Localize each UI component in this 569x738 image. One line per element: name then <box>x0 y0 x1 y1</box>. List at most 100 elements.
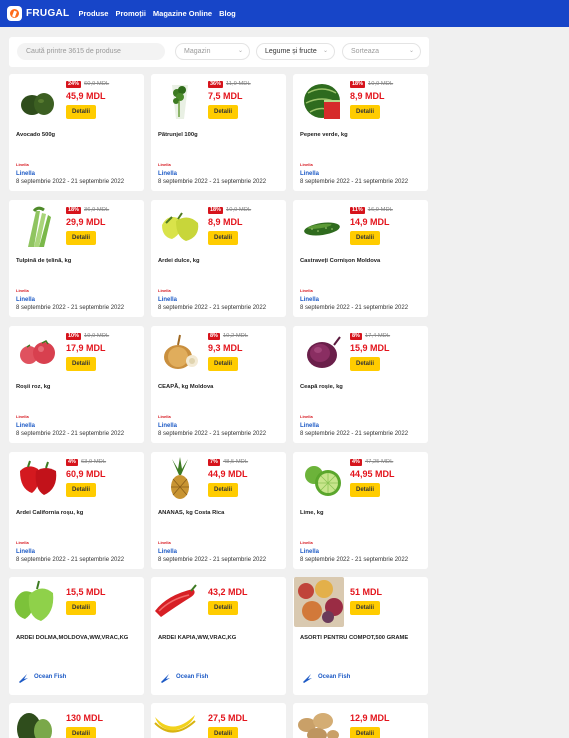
details-button[interactable]: Detalii <box>350 601 380 615</box>
details-button[interactable]: Detalii <box>208 357 238 371</box>
details-button[interactable]: Detalii <box>66 483 96 497</box>
details-button[interactable]: Detalii <box>350 231 380 245</box>
product-card[interactable]: 51 MDL Detalii ASORTI PENTRU COMPOT,500 … <box>293 577 428 695</box>
product-card[interactable]: 18% 10,9 MDL 8,9 MDL Detalii Ardei dulce,… <box>151 200 286 317</box>
details-button[interactable]: Detalii <box>66 357 96 371</box>
store-name[interactable]: Linella <box>16 171 35 177</box>
store-name[interactable]: Linella <box>158 297 177 303</box>
details-button[interactable]: Detalii <box>350 727 380 738</box>
product-price: 14,9 MDL <box>350 217 390 227</box>
discount-badge: 8% <box>208 332 220 340</box>
details-button[interactable]: Detalii <box>66 231 96 245</box>
product-card[interactable]: 4% 63,9 MDL 60,9 MDL Detalii Ardei Califo… <box>9 452 144 569</box>
store-name[interactable]: Ocean Fish <box>318 674 350 680</box>
discount-badge: 7% <box>208 458 220 466</box>
product-price: 45,9 MDL <box>66 91 106 101</box>
store-name[interactable]: Linella <box>300 549 319 555</box>
cucumber-image <box>300 205 343 248</box>
onion-image <box>158 331 201 374</box>
details-button[interactable]: Detalii <box>208 601 238 615</box>
product-card[interactable]: 10% 19,9 MDL 17,9 MDL Detalii Roșii roz, … <box>9 326 144 443</box>
old-price: 10,9 MDL <box>226 207 252 213</box>
store-name[interactable]: Linella <box>16 297 35 303</box>
old-price: 17,4 MDL <box>364 333 391 339</box>
product-price: 15,5 MDL <box>66 587 106 597</box>
product-price: 44,9 MDL <box>208 469 248 479</box>
product-card[interactable]: 8% 17,4 MDL 15,9 MDL Detalii Ceapă roșie,… <box>293 326 428 443</box>
product-card[interactable]: 4% 47,25 MDL 44,95 MDL Detalii Lime, kg L… <box>293 452 428 569</box>
brand-name: FRUGAL <box>26 8 70 19</box>
frugal-logo[interactable]: FRUGAL <box>7 6 69 21</box>
details-button[interactable]: Detalii <box>208 727 238 738</box>
pink-tomatoes-image <box>16 331 59 374</box>
product-name: Ceapă roșie, kg <box>300 384 343 390</box>
product-name: Avocado 500g <box>16 132 56 138</box>
product-card[interactable]: 18% 10,9 MDL 8,9 MDL Detalii Pepene verde… <box>293 74 428 191</box>
old-price: 10,9 MDL <box>368 81 394 87</box>
details-button[interactable]: Detalii <box>208 483 238 497</box>
product-card[interactable]: 11% 16,9 MDL 14,9 MDL Detalii Castraveți … <box>293 200 428 317</box>
product-card[interactable]: 12,9 MDL Detalii <box>293 703 428 738</box>
top-navbar: FRUGAL Produse Promoții Magazine Online … <box>0 0 569 27</box>
nav-link-blog[interactable]: Blog <box>219 9 236 18</box>
promo-dates: 8 septembrie 2022 - 21 septembrie 2022 <box>300 305 409 311</box>
linella-logo: Linella <box>16 162 29 167</box>
details-button[interactable]: Detalii <box>208 105 238 119</box>
linella-logo: Linella <box>158 162 171 167</box>
chevron-down-icon: ⌄ <box>322 48 328 54</box>
details-button[interactable]: Detalii <box>208 231 238 245</box>
old-price: 60,9 MDL <box>84 81 110 87</box>
details-button[interactable]: Detalii <box>350 357 380 371</box>
details-button[interactable]: Detalii <box>66 727 96 738</box>
old-price: 47,25 MDL <box>364 459 394 465</box>
chevron-down-icon: ⌄ <box>237 48 243 54</box>
search-input[interactable]: Caută printre 3615 de produse <box>17 43 165 60</box>
promo-dates: 8 septembrie 2022 - 21 septembrie 2022 <box>158 431 267 437</box>
linella-logo: Linella <box>158 288 171 293</box>
details-button[interactable]: Detalii <box>66 601 96 615</box>
red-onion-image <box>300 331 343 374</box>
store-name[interactable]: Linella <box>16 549 35 555</box>
promo-dates: 8 septembrie 2022 - 21 septembrie 2022 <box>16 179 125 185</box>
store-name[interactable]: Linella <box>300 423 319 429</box>
product-card[interactable]: 24% 60,9 MDL 45,9 MDL Detalii Avocado 500… <box>9 74 144 191</box>
sort-select[interactable]: Sorteaza ⌄ <box>342 43 421 60</box>
promo-dates: 8 septembrie 2022 - 21 septembrie 2022 <box>16 557 125 563</box>
promo-dates: 8 septembrie 2022 - 21 septembrie 2022 <box>158 179 267 185</box>
red-pepper-image <box>16 457 59 500</box>
old-price: 19,9 MDL <box>84 333 110 339</box>
store-name[interactable]: Linella <box>300 171 319 177</box>
store-name[interactable]: Ocean Fish <box>34 674 66 680</box>
product-card[interactable]: 36% 11,9 MDL 7,5 MDL Detalii Pătrunjel 10… <box>151 74 286 191</box>
product-card[interactable]: 43,2 MDL Detalii ARDEI KAPIA,WW,VRAC,KG … <box>151 577 286 695</box>
product-name: Lime, kg <box>300 510 324 516</box>
details-button[interactable]: Detalii <box>350 105 380 119</box>
details-button[interactable]: Detalii <box>350 483 380 497</box>
store-name[interactable]: Linella <box>300 297 319 303</box>
product-card[interactable]: 27,5 MDL Detalii <box>151 703 286 738</box>
product-card[interactable]: 7% 48,5 MDL 44,9 MDL Detalii ANANAS, kg C… <box>151 452 286 569</box>
discount-badge: 36% <box>208 80 224 88</box>
nav-link-products[interactable]: Produse <box>78 9 108 18</box>
product-name: Castraveți Cornișon Moldova <box>300 258 381 264</box>
avocado-image <box>16 79 59 122</box>
product-card[interactable]: 8% 10,2 MDL 9,3 MDL Detalii CEAPĂ, kg Mol… <box>151 326 286 443</box>
product-card[interactable]: 15,5 MDL Detalii ARDEI DOLMA,MOLDOVA,WW,… <box>9 577 144 695</box>
watermelon-image <box>300 79 343 122</box>
discount-badge: 11% <box>350 206 365 214</box>
nav-link-promotions[interactable]: Promoții <box>115 9 145 18</box>
promo-dates: 8 septembrie 2022 - 21 septembrie 2022 <box>16 305 125 311</box>
store-name[interactable]: Linella <box>158 423 177 429</box>
store-name[interactable]: Ocean Fish <box>176 674 208 680</box>
details-button[interactable]: Detalii <box>66 105 96 119</box>
store-name[interactable]: Linella <box>158 549 177 555</box>
store-name[interactable]: Linella <box>158 171 177 177</box>
category-select[interactable]: Legume și fructe ⌄ <box>256 43 335 60</box>
product-card[interactable]: 130 MDL Detalii <box>9 703 144 738</box>
product-price: 51 MDL <box>350 587 383 597</box>
store-name[interactable]: Linella <box>16 423 35 429</box>
product-card[interactable]: 18% 36,9 MDL 29,9 MDL Detalii Tulpină de … <box>9 200 144 317</box>
nav-link-online-stores[interactable]: Magazine Online <box>153 9 212 18</box>
store-select[interactable]: Magazin ⌄ <box>175 43 250 60</box>
potato-image <box>295 703 340 738</box>
